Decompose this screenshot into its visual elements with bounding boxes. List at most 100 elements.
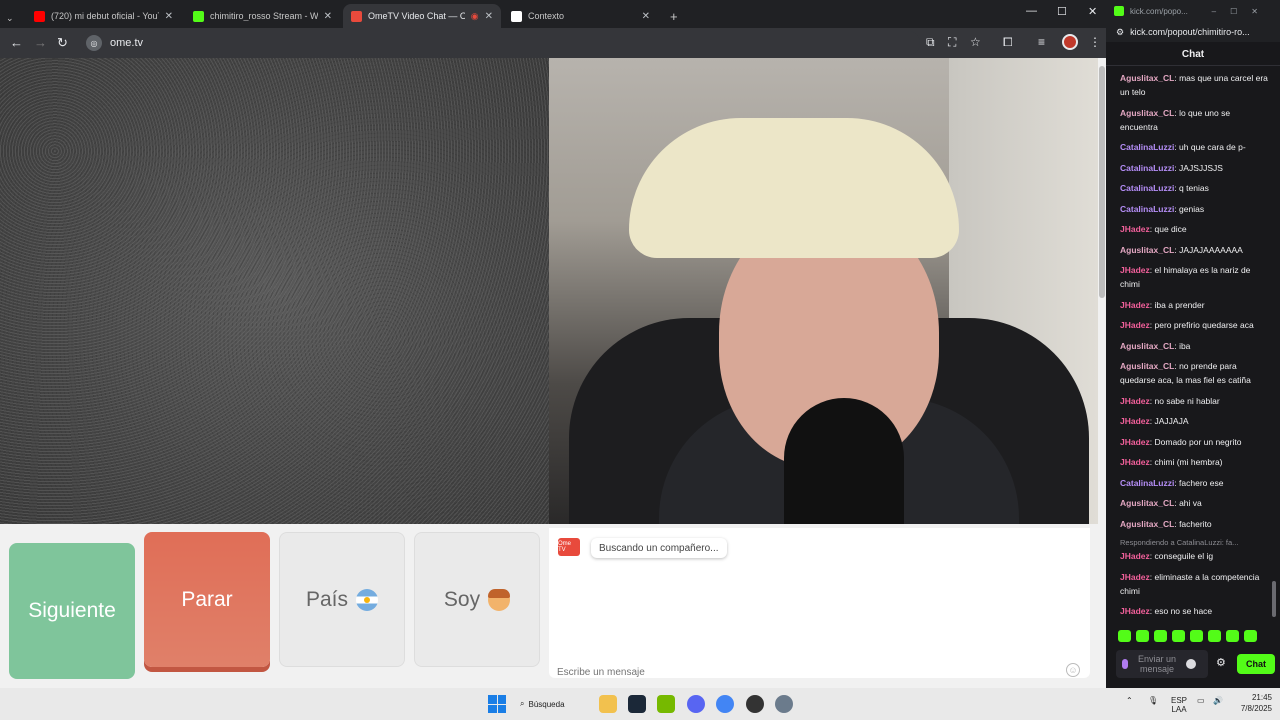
chat-username[interactable]: JHadez bbox=[1120, 457, 1150, 467]
close-icon[interactable]: ✕ bbox=[485, 11, 493, 22]
emote-icon[interactable] bbox=[1172, 630, 1185, 642]
emote-icon[interactable] bbox=[1190, 630, 1203, 642]
chat-username[interactable]: Aguslitax_CL bbox=[1120, 498, 1174, 508]
chat-username[interactable]: JHadez bbox=[1120, 300, 1150, 310]
obs-icon[interactable] bbox=[746, 695, 764, 713]
stop-button[interactable]: Parar bbox=[144, 532, 270, 667]
nvidia-icon[interactable] bbox=[657, 695, 675, 713]
smiley-icon[interactable]: ☺ bbox=[1066, 663, 1080, 677]
emote-icon[interactable] bbox=[1226, 630, 1239, 642]
chat-username[interactable]: Aguslitax_CL bbox=[1120, 361, 1174, 371]
chat-header: Chat bbox=[1106, 44, 1280, 66]
translate-icon[interactable]: ⛶ bbox=[948, 35, 956, 50]
scrollbar-thumb[interactable] bbox=[1099, 66, 1105, 298]
bookmark-star-icon[interactable]: ☆ bbox=[970, 35, 981, 49]
site-settings-icon[interactable]: ⚙ bbox=[1116, 27, 1124, 38]
system-clock[interactable]: 21:45 7/8/2025 bbox=[1230, 692, 1272, 714]
install-app-icon[interactable]: ⧉ bbox=[926, 35, 935, 50]
argentina-flag-icon bbox=[356, 588, 379, 611]
tab-ometv[interactable]: OmeTV Video Chat — Ome ◉ ✕ bbox=[343, 4, 501, 28]
emote-icon[interactable] bbox=[1208, 630, 1221, 642]
chat-text: iba bbox=[1179, 340, 1191, 351]
chat-username[interactable]: JHadez bbox=[1120, 224, 1150, 234]
chat-username[interactable]: JHadez bbox=[1120, 551, 1150, 561]
recording-icon: ◉ bbox=[470, 10, 479, 21]
chrome-icon[interactable] bbox=[716, 695, 734, 713]
chat-username[interactable]: JHadez bbox=[1120, 396, 1150, 406]
popout-window-controls[interactable]: –☐✕ bbox=[1212, 7, 1280, 16]
chat-username[interactable]: JHadez bbox=[1120, 572, 1150, 582]
chat-username[interactable]: JHadez bbox=[1120, 606, 1150, 616]
tray-mic-icon[interactable]: 🎙 bbox=[1148, 696, 1158, 705]
emote-icon[interactable] bbox=[1136, 630, 1149, 642]
chat-scrollbar-thumb[interactable] bbox=[1272, 581, 1276, 617]
emote-icon[interactable] bbox=[1118, 630, 1131, 642]
chat-username[interactable]: JHadez bbox=[1120, 265, 1150, 275]
country-button[interactable]: País bbox=[279, 532, 405, 667]
video-person-cap bbox=[629, 118, 959, 258]
chat-settings-gear-icon[interactable]: ⚙ bbox=[1216, 656, 1226, 669]
chat-username[interactable]: CatalinaLuzzi bbox=[1120, 142, 1174, 152]
network-icon[interactable]: ▭ bbox=[1197, 696, 1205, 705]
chat-text: Domado por un negrito bbox=[1154, 436, 1242, 447]
taskbar-search[interactable]: ⌕ Búsqueda bbox=[520, 695, 565, 713]
tab-kick-stream[interactable]: chimitiro_rosso Stream - Watch ✕ bbox=[185, 4, 340, 28]
new-tab-button[interactable]: + bbox=[662, 4, 686, 28]
extensions-icon[interactable]: ⧠ bbox=[1003, 35, 1013, 50]
profile-avatar[interactable] bbox=[1062, 34, 1078, 50]
forward-icon[interactable]: → bbox=[34, 35, 47, 50]
tab-search-button[interactable]: ⌄ bbox=[2, 6, 18, 30]
steam-icon[interactable] bbox=[628, 695, 646, 713]
gender-button[interactable]: Soy bbox=[414, 532, 540, 667]
close-icon[interactable]: ✕ bbox=[165, 11, 173, 22]
chat-username[interactable]: Aguslitax_CL bbox=[1120, 341, 1174, 351]
menu-kebab-icon[interactable]: ⋮ bbox=[1089, 35, 1101, 49]
chat-username[interactable]: CatalinaLuzzi bbox=[1120, 478, 1174, 488]
chat-username[interactable]: JHadez bbox=[1120, 416, 1150, 426]
message-input[interactable] bbox=[549, 662, 1090, 682]
close-icon[interactable]: ✕ bbox=[642, 11, 650, 22]
chat-text: JAJSJJSJS bbox=[1179, 162, 1223, 173]
site-info-icon[interactable]: ◎ bbox=[86, 35, 102, 51]
media-control-icon[interactable]: ≡ bbox=[1038, 35, 1045, 49]
send-message-input[interactable]: Enviar un mensaje bbox=[1116, 650, 1208, 678]
chat-username[interactable]: Aguslitax_CL bbox=[1120, 245, 1174, 255]
volume-icon[interactable]: 🔊 bbox=[1213, 696, 1223, 705]
chat-username[interactable]: CatalinaLuzzi bbox=[1120, 204, 1174, 214]
maximize-icon[interactable]: ☐ bbox=[1057, 5, 1067, 18]
discord-icon[interactable] bbox=[687, 695, 705, 713]
file-explorer-icon[interactable] bbox=[599, 695, 617, 713]
chat-username[interactable]: CatalinaLuzzi bbox=[1120, 183, 1174, 193]
close-icon[interactable]: ✕ bbox=[324, 11, 332, 22]
chat-username[interactable]: Aguslitax_CL bbox=[1120, 73, 1174, 83]
chat-username[interactable]: JHadez bbox=[1120, 320, 1150, 330]
next-button[interactable]: Siguiente bbox=[9, 543, 135, 679]
chat-message: JHadez: Domado por un negrito bbox=[1120, 435, 1270, 449]
windows-start-icon[interactable] bbox=[488, 695, 506, 713]
ometv-chat-panel: Ome TV Buscando un compañero... ☺ bbox=[549, 524, 1098, 688]
microphone-icon[interactable] bbox=[1122, 659, 1128, 669]
emote-icon[interactable] bbox=[1154, 630, 1167, 642]
emote-icon[interactable] bbox=[1244, 630, 1257, 642]
chat-text: ahi va bbox=[1179, 498, 1202, 508]
minimize-icon[interactable]: — bbox=[1026, 5, 1037, 17]
input-language[interactable]: ESP LAA bbox=[1171, 696, 1187, 714]
chat-username[interactable]: Aguslitax_CL bbox=[1120, 519, 1174, 529]
window-close-icon[interactable]: ✕ bbox=[1088, 5, 1097, 18]
main-scrollbar[interactable] bbox=[1098, 58, 1106, 688]
tray-overflow-icon[interactable]: ⌃ bbox=[1126, 696, 1133, 705]
back-icon[interactable]: ← bbox=[10, 35, 23, 50]
reload-icon[interactable]: ↻ bbox=[57, 35, 68, 51]
send-chat-button[interactable]: Chat bbox=[1237, 654, 1275, 674]
chat-username[interactable]: JHadez bbox=[1120, 437, 1150, 447]
tab-contexto[interactable]: Contexto ✕ bbox=[503, 4, 658, 28]
tab-youtube[interactable]: (720) mi debut oficial - YouTube ✕ bbox=[26, 4, 181, 28]
chat-message: Aguslitax_CL: ahi va bbox=[1120, 496, 1270, 510]
popout-url-bar[interactable]: ⚙ kick.com/popout/chimitiro-ro... bbox=[1106, 22, 1280, 42]
settings-icon[interactable] bbox=[775, 695, 793, 713]
emoji-picker-icon[interactable] bbox=[1186, 659, 1196, 669]
chat-scrollbar[interactable] bbox=[1272, 66, 1278, 626]
chat-username[interactable]: CatalinaLuzzi bbox=[1120, 163, 1174, 173]
address-bar[interactable]: ◎ ome.tv bbox=[80, 31, 920, 55]
chat-username[interactable]: Aguslitax_CL bbox=[1120, 108, 1174, 118]
